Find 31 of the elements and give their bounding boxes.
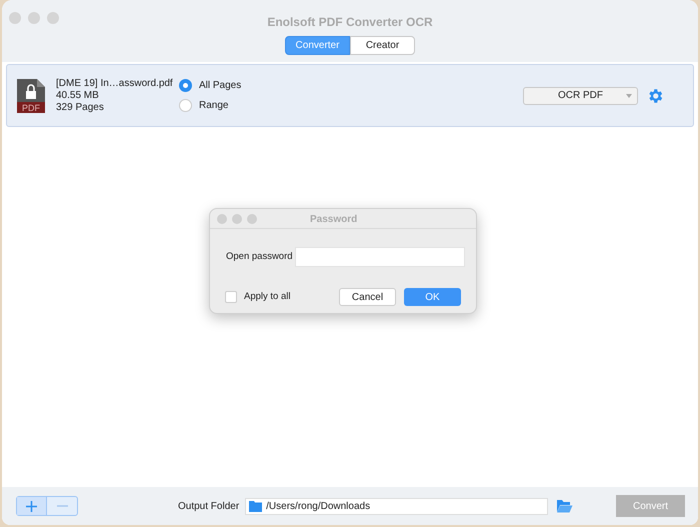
tab[interactable]: Creator (350, 36, 415, 55)
window-title: Enolsoft PDF Converter OCR (267, 15, 433, 29)
minimize-button[interactable] (232, 214, 242, 224)
apply-to-all-label: Apply to all (244, 290, 290, 304)
output-folder-label: Output Folder (178, 500, 240, 514)
close-button[interactable] (217, 214, 227, 224)
zoom-button[interactable] (247, 214, 257, 224)
format-dropdown[interactable]: OCR PDF (523, 86, 638, 104)
output-path-field[interactable]: /Users/rong/Downloads (245, 498, 548, 514)
password-label: Open password (226, 250, 293, 264)
dialog-title: Password (310, 213, 358, 227)
radio-label: All Pages (199, 79, 242, 93)
file-name: [DME 19] In…assword.pdf (56, 78, 174, 90)
minimize-button[interactable] (28, 12, 40, 24)
apply-to-all-checkbox[interactable] (225, 291, 237, 303)
radio-button[interactable] (179, 99, 192, 112)
zoom-button[interactable] (47, 12, 59, 24)
radio-label: Range (199, 99, 228, 113)
radio-button[interactable] (179, 79, 192, 92)
minus-icon (56, 505, 68, 507)
add-button[interactable] (17, 497, 47, 515)
plus-icon (26, 500, 37, 512)
locked-pdf-icon: PDF (17, 78, 45, 112)
cancel-button[interactable]: Cancel (339, 288, 396, 306)
password-field[interactable] (294, 247, 465, 267)
file-size: 40.55 MB (56, 90, 100, 102)
open-folder-icon[interactable] (556, 499, 574, 513)
close-button[interactable] (9, 12, 21, 24)
file-row[interactable]: PDF [DME 19] In…assword.pdf 40.55 MB 329 Pages All Pages Range OCR PDF (6, 64, 694, 127)
folder-icon (249, 500, 262, 512)
page-count: 329 Pages (56, 102, 105, 114)
